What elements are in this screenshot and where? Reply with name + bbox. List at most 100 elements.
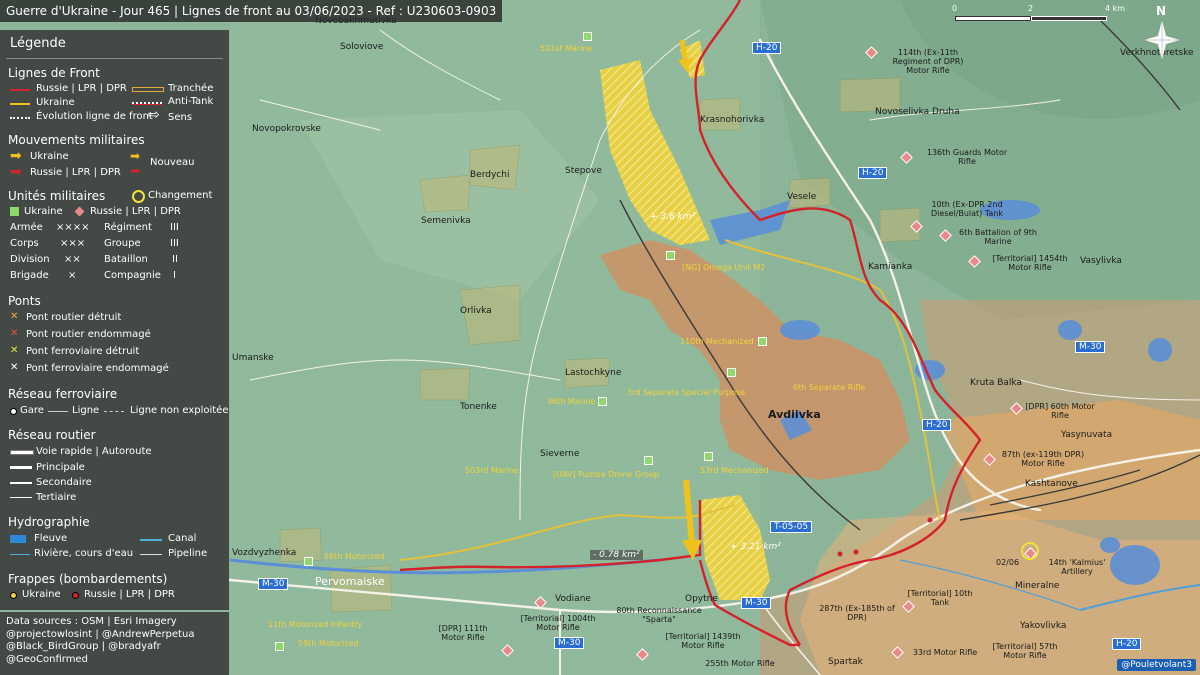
road-badge: T-05-05 — [770, 521, 813, 533]
ru-unit-label[interactable]: [DPR] 111th Motor Rifle — [428, 624, 498, 642]
echelon-label: Bataillon — [104, 254, 148, 265]
legend-move-russia: Russie | LPR | DPR — [30, 167, 121, 178]
ua-unit-marker[interactable] — [583, 32, 592, 41]
town-label: Kashtanove — [1025, 479, 1078, 489]
section-front-lines: Lignes de Front — [8, 66, 100, 80]
ru-unit-label[interactable]: 14th 'Kalmius' Artillery — [1042, 558, 1112, 576]
ua-unit-marker[interactable] — [275, 642, 284, 651]
ua-unit-label[interactable]: 503rd Marine — [465, 466, 518, 475]
scale-label: 2 — [1028, 4, 1034, 13]
town-label: Kruta Balka — [970, 378, 1022, 388]
echelon-symbol: III — [170, 222, 179, 233]
ua-unit-label[interactable]: 59th Motorized — [298, 639, 358, 648]
legend-station: Gare — [20, 405, 44, 416]
ru-unit-label[interactable]: 87th (ex-119th DPR) Motor Rifle — [993, 450, 1093, 468]
town-label: Novopokrovske — [252, 124, 321, 134]
evolution-swatch — [10, 117, 30, 119]
source-line: @GeoConfirmed — [6, 653, 88, 665]
compass-star-icon — [1144, 20, 1180, 60]
area-gain-label: + 3.6 km² — [650, 212, 696, 222]
section-strikes: Frappes (bombardements) — [8, 572, 168, 586]
ru-unit-label[interactable]: [Territorial] 1004th Motor Rifle — [510, 614, 606, 632]
road-swatch-highway — [10, 450, 34, 455]
legend-road-item: Tertiaire — [36, 492, 77, 503]
ua-unit-marker[interactable] — [666, 251, 675, 260]
ru-unit-label[interactable]: 255th Motor Rifle — [700, 659, 780, 668]
ru-unit-label[interactable]: 136th Guards Motor Rifle — [925, 148, 1009, 166]
ua-unit-label[interactable]: 11th Motorized Infantry — [268, 620, 362, 629]
ua-unit-marker[interactable] — [704, 452, 713, 461]
ua-unit-label[interactable]: [UAV] Pumba Drone Group — [553, 470, 659, 479]
legend-bridge-item: Pont routier endommagé — [26, 329, 151, 340]
bridge-road-destroyed-icon: ✕ — [10, 311, 19, 322]
rail-unused-swatch — [104, 411, 124, 412]
ru-unit-label[interactable]: 80th Reconnaissance "Sparta" — [616, 606, 702, 624]
ru-unit-label[interactable]: 10th (Ex-DPR 2nd Diesel/Bulat) Tank — [925, 200, 1009, 218]
legend-bridge-item: Pont routier détruit — [26, 312, 122, 323]
town-label: Orlivka — [460, 306, 492, 316]
section-rail: Réseau ferroviaire — [8, 387, 118, 401]
road-badge: H-20 — [922, 419, 952, 431]
echelon-label: Division — [10, 254, 50, 265]
town-label: Umanske — [232, 353, 274, 363]
town-label: Tonenke — [460, 402, 497, 412]
ua-unit-label[interactable]: 53rd Mechanized — [700, 466, 769, 475]
legend-panel: Légende Lignes de Front Russie | LPR | D… — [0, 30, 229, 610]
stream-swatch — [10, 554, 30, 555]
scale-label: 4 km — [1105, 4, 1126, 13]
town-label: Sieverne — [540, 449, 580, 459]
north-arrow: N — [1144, 4, 1180, 64]
ua-unit-label[interactable]: 110th Mechanized — [680, 337, 754, 346]
echelon-symbol: ×× — [64, 254, 81, 265]
ru-unit-label[interactable]: 33rd Motor Rifle — [905, 648, 985, 657]
source-line: Data sources : OSM | Esri Imagery — [6, 616, 177, 627]
station-icon — [10, 408, 17, 415]
strike-ukraine-icon — [10, 592, 17, 599]
ru-unit-label[interactable]: 287th (Ex-185th of DPR) — [812, 604, 902, 622]
river-swatch — [10, 535, 26, 543]
ru-unit-label[interactable]: 114th (Ex-11th Regiment of DPR) Motor Ri… — [888, 48, 968, 75]
echelon-symbol: ××× — [60, 238, 86, 249]
echelon-label: Armée — [10, 222, 43, 233]
legend-road-item: Principale — [36, 462, 85, 473]
town-label: Krasnohorivka — [700, 115, 765, 125]
ua-unit-marker[interactable] — [598, 397, 607, 406]
legend-pipeline: Pipeline — [168, 548, 208, 559]
scale-bar: 0 2 4 km — [940, 4, 1144, 24]
legend-antitank: Anti-Tank — [168, 96, 214, 107]
town-label: Vodiane — [555, 594, 591, 604]
legend-rail-unused: Ligne non exploitée — [130, 405, 229, 416]
scale-segment-2 — [1031, 16, 1107, 21]
road-badge: M-30 — [1075, 341, 1106, 353]
ua-unit-marker[interactable] — [758, 337, 767, 346]
ua-unit-label[interactable]: 36th Marine — [547, 397, 595, 406]
ru-unit-label[interactable]: [Territorial] 1454th Motor Rifle — [985, 254, 1075, 272]
ua-unit-label[interactable]: 3rd Separate Special Purpose — [627, 388, 745, 397]
legend-strike-russia: Russie | LPR | DPR — [84, 589, 175, 600]
ua-unit-marker[interactable] — [727, 368, 736, 377]
legend-title: Légende — [10, 36, 66, 51]
echelon-symbol: ×××× — [56, 222, 90, 233]
pipeline-swatch — [140, 554, 162, 555]
legend-strike-ukraine: Ukraine — [22, 589, 61, 600]
ru-unit-label[interactable]: [DPR] 60th Motor Rifle — [1025, 402, 1095, 420]
ua-unit-label[interactable]: 56th Motorized — [324, 552, 384, 561]
ua-unit-label[interactable]: 6th Separate Rifle — [793, 383, 865, 392]
town-label: Berdychi — [470, 170, 510, 180]
ua-unit-marker[interactable] — [644, 456, 653, 465]
canal-swatch — [140, 539, 162, 541]
ru-unit-label[interactable]: [Territorial] 57th Motor Rifle — [985, 642, 1065, 660]
ua-unit-label[interactable]: [NG] Omega Unit M2 — [682, 263, 765, 272]
strike-russia-icon — [72, 592, 79, 599]
echelon-label: Régiment — [104, 222, 152, 233]
echelon-symbol: I — [173, 270, 176, 281]
road-badge: H-20 — [752, 42, 782, 54]
ua-unit-label[interactable]: 501st Marine — [540, 44, 592, 53]
legend-road-item: Secondaire — [36, 477, 92, 488]
legend-unit-russia: Russie | LPR | DPR — [90, 206, 181, 217]
legend-unit-ukraine: Ukraine — [24, 206, 63, 217]
ua-unit-marker[interactable] — [304, 557, 313, 566]
ru-unit-label[interactable]: [Territorial] 1439th Motor Rifle — [660, 632, 746, 650]
town-label: Vozdvyzhenka — [232, 548, 297, 558]
ru-unit-label[interactable]: 6th Battalion of 9th Marine — [955, 228, 1041, 246]
